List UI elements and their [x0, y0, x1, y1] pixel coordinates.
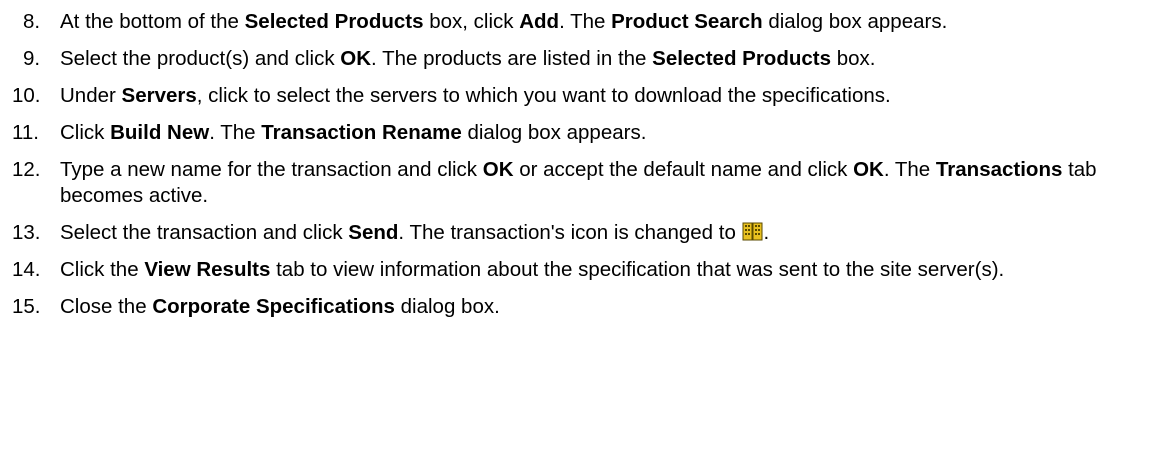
step-text: tab to view information about the specif…: [270, 258, 1005, 281]
ui-term: Transaction Rename: [261, 121, 462, 144]
step-text: Select the transaction and click: [60, 221, 349, 244]
step-text: Click: [60, 121, 111, 144]
ui-term: Servers: [121, 84, 197, 107]
step-number: 15.: [12, 295, 41, 318]
step-text: . The: [559, 10, 612, 33]
step-number: 11.: [12, 121, 39, 144]
step-number: 14.: [12, 258, 41, 281]
step-text: Click the: [60, 258, 145, 281]
ui-term: Transactions: [935, 158, 1063, 181]
ui-term: Selected Products: [652, 47, 832, 70]
step-text: dialog box appears.: [461, 121, 647, 144]
step-text: Close the: [60, 295, 153, 318]
ui-term: OK: [853, 158, 884, 181]
step-text: , click to select the servers to which y…: [196, 84, 891, 107]
ui-term: Build New: [110, 121, 210, 144]
step-text: box.: [831, 47, 876, 70]
step-10: 10. Under Servers, click to select the s…: [0, 83, 1150, 109]
ui-term: Product Search: [611, 10, 763, 33]
step-text: . The: [883, 158, 936, 181]
step-11: 11. Click Build New. The Transaction Ren…: [0, 120, 1150, 146]
step-number: 8.: [23, 10, 41, 33]
ui-term: Selected Products: [244, 10, 424, 33]
step-text: Type a new name for the transaction and …: [60, 158, 483, 181]
step-text: dialog box.: [394, 295, 500, 318]
step-text: . The: [209, 121, 262, 144]
step-text: .: [763, 221, 770, 244]
ui-term: Send: [348, 221, 399, 244]
ui-term: OK: [340, 47, 372, 70]
step-text: dialog box appears.: [762, 10, 948, 33]
step-number: 12.: [12, 158, 41, 181]
transaction-sent-icon: [742, 222, 764, 242]
ui-term: OK: [482, 158, 514, 181]
step-13: 13. Select the transaction and click Sen…: [0, 220, 1150, 246]
step-number: 9.: [23, 47, 41, 70]
step-text: At the bottom of the: [60, 10, 245, 33]
step-9: 9. Select the product(s) and click OK. T…: [0, 46, 1150, 72]
step-15: 15. Close the Corporate Specifications d…: [0, 294, 1150, 320]
step-14: 14. Click the View Results tab to view i…: [0, 257, 1150, 283]
instruction-document: 8. At the bottom of the Selected Product…: [0, 0, 1150, 472]
step-number: 10.: [12, 84, 41, 107]
ui-term: View Results: [144, 258, 271, 281]
step-text: . The transaction's icon is changed to: [398, 221, 742, 244]
ui-term: Corporate Specifications: [152, 295, 395, 318]
step-text: box, click: [423, 10, 520, 33]
step-8: 8. At the bottom of the Selected Product…: [0, 9, 1150, 35]
ui-term: Add: [519, 10, 560, 33]
step-text: . The products are listed in the: [371, 47, 653, 70]
step-text: Select the product(s) and click: [60, 47, 341, 70]
step-12: 12. Type a new name for the transaction …: [0, 157, 1150, 209]
step-number: 13.: [12, 221, 41, 244]
step-text: Under: [60, 84, 122, 107]
step-text: or accept the default name and click: [513, 158, 854, 181]
